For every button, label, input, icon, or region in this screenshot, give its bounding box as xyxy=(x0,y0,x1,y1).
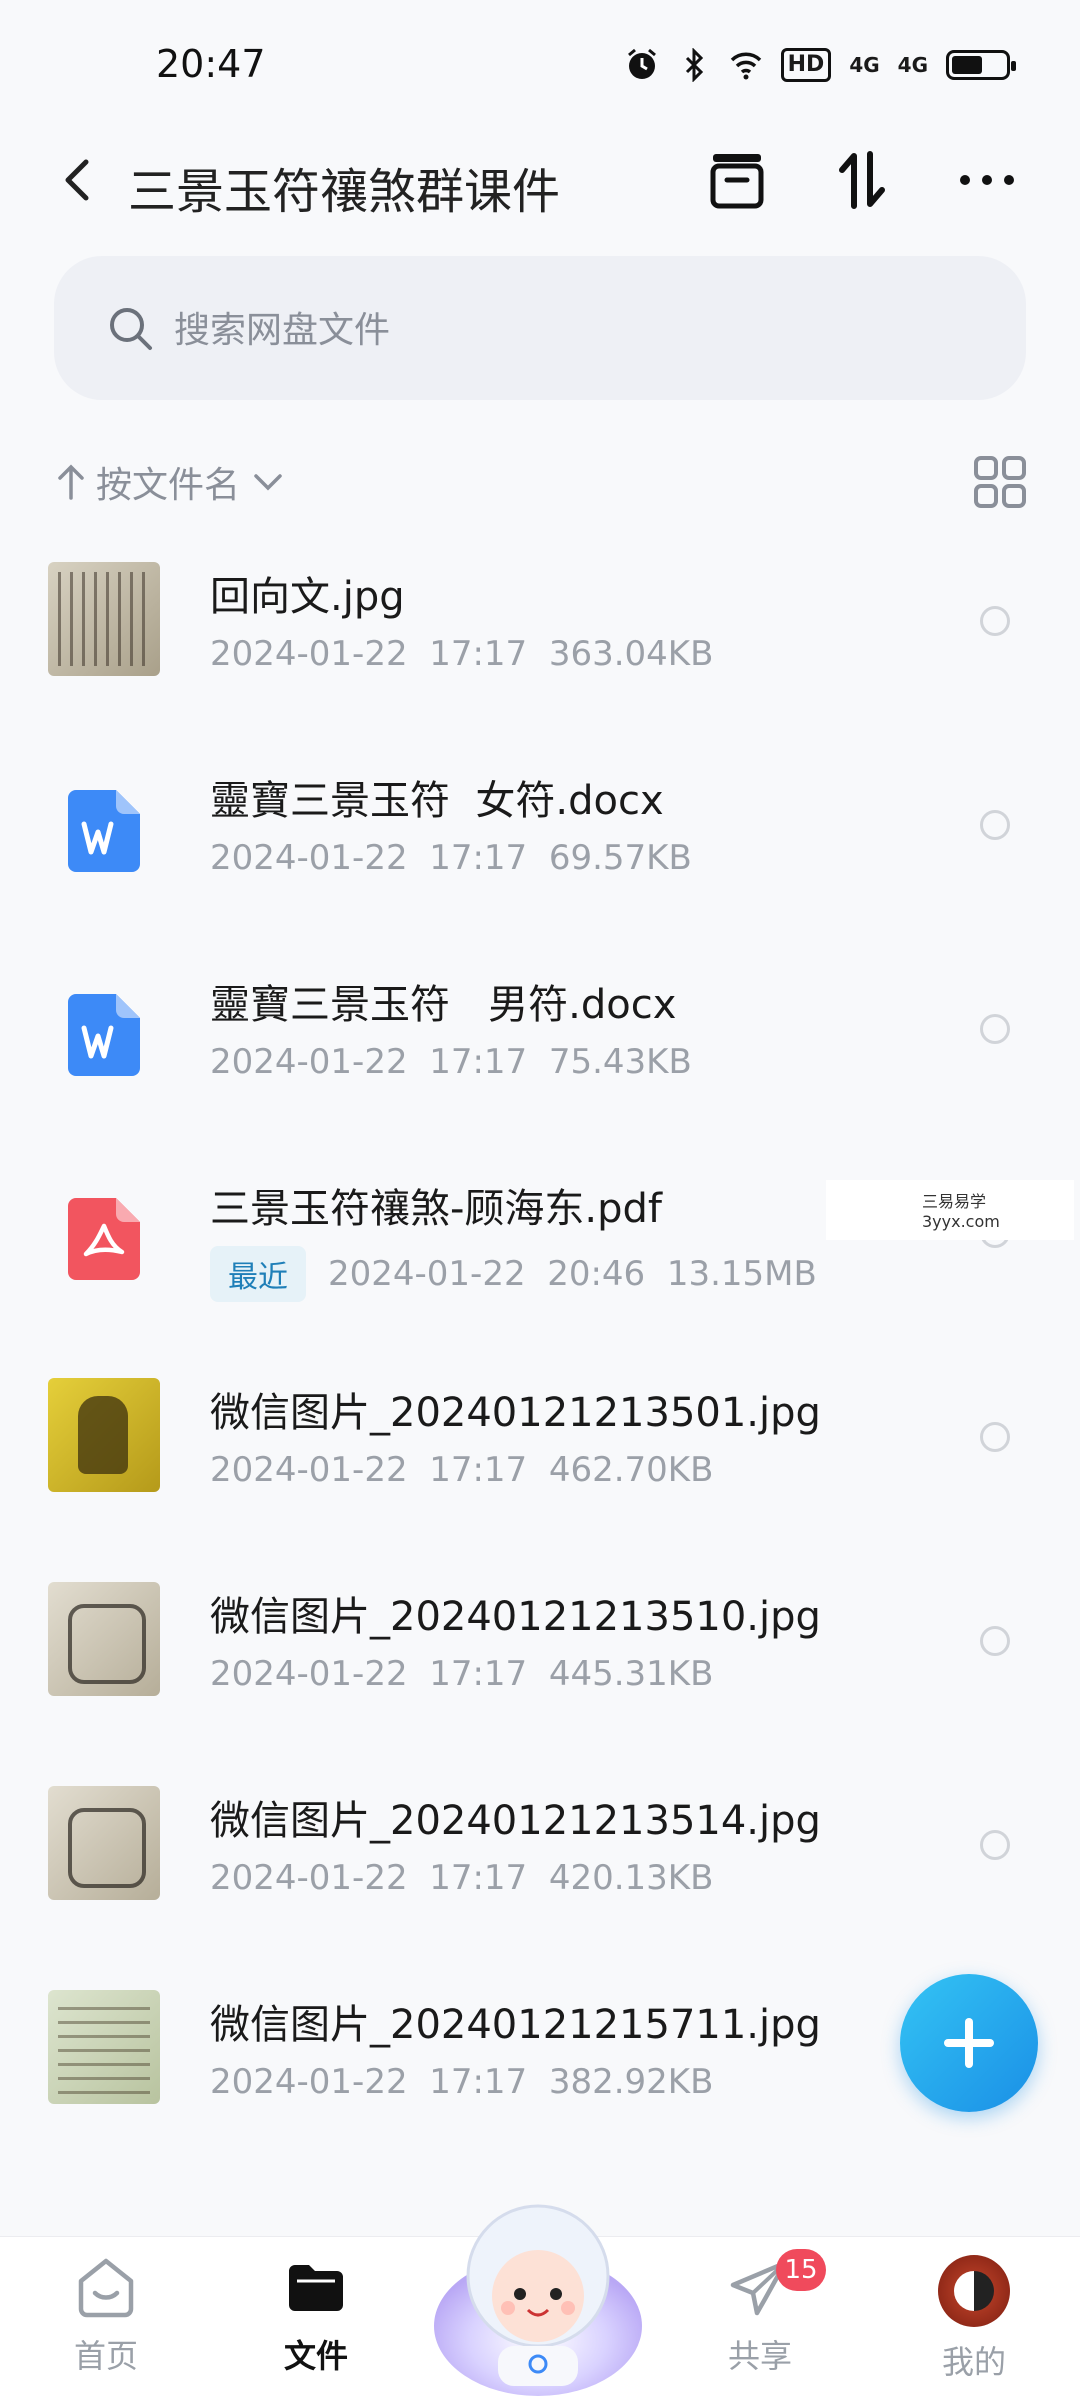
status-bar: 20:47 HD 4G 4G xyxy=(0,0,1080,120)
bluetooth-icon xyxy=(685,48,703,82)
grid-view-toggle[interactable] xyxy=(972,454,1028,510)
file-row[interactable]: 微信图片_20240121213501.jpg 2024-01-22 17:17… xyxy=(0,1336,1080,1540)
file-name: 三景玉符禳煞-顾海东.pdf xyxy=(210,1186,663,1232)
status-time: 20:47 xyxy=(156,42,266,86)
nav-home-label: 首页 xyxy=(73,2337,138,2375)
file-date: 2024-01-22 17:17 xyxy=(210,2062,528,2102)
nav-mine-label: 我的 xyxy=(941,2343,1006,2381)
file-size: 75.43KB xyxy=(548,1042,692,1082)
recent-badge: 最近 xyxy=(210,1246,306,1302)
file-name: 靈寶三景玉符 男符.docx xyxy=(210,982,677,1028)
nav-share[interactable]: 15 共享 xyxy=(690,2249,830,2377)
top-bar: 三景玉符禳煞群课件 xyxy=(0,130,1080,230)
file-meta: 2024-01-22 17:17 462.70KB xyxy=(210,1450,713,1490)
select-checkbox[interactable] xyxy=(980,1422,1010,1452)
image-thumbnail xyxy=(48,1378,160,1492)
file-date: 2024-01-22 17:17 xyxy=(210,1042,528,1082)
sort-order-button[interactable] xyxy=(830,148,894,212)
select-checkbox[interactable] xyxy=(980,1014,1010,1044)
select-checkbox[interactable] xyxy=(980,1626,1010,1656)
word-file-icon xyxy=(68,994,140,1076)
file-size: 363.04KB xyxy=(548,634,714,674)
file-size: 445.31KB xyxy=(548,1654,714,1694)
file-size: 382.92KB xyxy=(548,2062,714,2102)
hd-icon: HD xyxy=(780,48,832,82)
share-count-badge: 15 xyxy=(776,2249,826,2291)
file-date: 2024-01-22 17:17 xyxy=(210,1450,528,1490)
file-date: 2024-01-22 17:17 xyxy=(210,1654,528,1694)
image-thumbnail xyxy=(48,562,160,676)
file-name: 回向文.jpg xyxy=(210,574,405,620)
mascot-assistant-button[interactable] xyxy=(428,2176,648,2396)
file-name: 靈寶三景玉符 女符.docx xyxy=(210,778,664,824)
file-name: 微信图片_20240121213510.jpg xyxy=(210,1594,821,1640)
signal-4g-icon: 4G xyxy=(849,53,880,77)
file-meta: 最近 2024-01-22 20:46 13.15MB xyxy=(210,1246,817,1302)
folder-icon xyxy=(289,2265,343,2311)
image-thumbnail xyxy=(48,1990,160,2104)
file-size: 13.15MB xyxy=(666,1254,817,1294)
select-checkbox[interactable] xyxy=(980,606,1010,636)
home-icon xyxy=(78,2258,134,2318)
nav-files-label: 文件 xyxy=(283,2337,348,2375)
file-meta: 2024-01-22 17:17 420.13KB xyxy=(210,1858,713,1898)
watermark-line1: 三易易学 xyxy=(922,1192,987,1211)
file-date: 2024-01-22 17:17 xyxy=(210,1858,528,1898)
search-icon xyxy=(110,308,152,350)
file-name: 微信图片_20240121213514.jpg xyxy=(210,1798,821,1844)
file-row[interactable]: 微信图片_20240121213510.jpg 2024-01-22 17:17… xyxy=(0,1540,1080,1744)
file-name: 微信图片_20240121213501.jpg xyxy=(210,1390,821,1436)
status-icons: HD 4G 4G xyxy=(625,48,1016,82)
file-meta: 2024-01-22 17:17 445.31KB xyxy=(210,1654,713,1694)
signal-4g-icon: 4G xyxy=(897,53,928,77)
file-date: 2024-01-22 17:17 xyxy=(210,838,528,878)
file-size: 420.13KB xyxy=(548,1858,714,1898)
file-date: 2024-01-22 17:17 xyxy=(210,634,528,674)
watermark: 三易易学 3yyx.com xyxy=(826,1180,1074,1240)
search-input[interactable] xyxy=(172,290,996,370)
file-size: 462.70KB xyxy=(548,1450,714,1490)
watermark-line2: 3yyx.com xyxy=(922,1212,1000,1231)
file-meta: 2024-01-22 17:17 382.92KB xyxy=(210,2062,713,2102)
image-thumbnail xyxy=(48,1582,160,1696)
file-date: 2024-01-22 20:46 xyxy=(328,1254,646,1294)
file-row[interactable]: 靈寶三景玉符 女符.docx 2024-01-22 17:17 69.57KB xyxy=(0,724,1080,928)
image-thumbnail xyxy=(48,1786,160,1900)
add-button[interactable] xyxy=(900,1974,1038,2112)
select-checkbox[interactable] xyxy=(980,1830,1010,1860)
file-meta: 2024-01-22 17:17 75.43KB xyxy=(210,1042,692,1082)
file-row[interactable]: 回向文.jpg 2024-01-22 17:17 363.04KB xyxy=(0,520,1080,724)
chevron-down-icon xyxy=(254,474,282,491)
nav-mine[interactable]: 我的 xyxy=(904,2255,1044,2383)
file-row[interactable]: 靈寶三景玉符 男符.docx 2024-01-22 17:17 75.43KB xyxy=(0,928,1080,1132)
search-bar[interactable] xyxy=(54,256,1026,400)
more-menu-button[interactable] xyxy=(955,148,1019,212)
nav-files[interactable]: 文件 xyxy=(246,2255,386,2377)
file-name: 微信图片_20240121215711.jpg xyxy=(210,2002,821,2048)
nav-share-label: 共享 xyxy=(727,2337,792,2375)
archive-button[interactable] xyxy=(705,148,769,212)
sort-control[interactable]: 按文件名 xyxy=(54,452,288,512)
wifi-icon xyxy=(730,52,761,80)
sort-label: 按文件名 xyxy=(96,465,241,506)
back-button[interactable] xyxy=(48,150,108,210)
nav-home[interactable]: 首页 xyxy=(36,2255,176,2377)
file-meta: 2024-01-22 17:17 363.04KB xyxy=(210,634,713,674)
arrow-up-icon xyxy=(58,464,84,500)
avatar xyxy=(938,2255,1010,2327)
file-row[interactable]: 微信图片_20240121213514.jpg 2024-01-22 17:17… xyxy=(0,1744,1080,1948)
page-title: 三景玉符禳煞群课件 xyxy=(128,164,561,220)
select-checkbox[interactable] xyxy=(980,810,1010,840)
file-meta: 2024-01-22 17:17 69.57KB xyxy=(210,838,692,878)
word-file-icon xyxy=(68,790,140,872)
battery-icon xyxy=(946,50,1016,80)
file-size: 69.57KB xyxy=(548,838,692,878)
file-list: 回向文.jpg 2024-01-22 17:17 363.04KB 靈寶三景玉符… xyxy=(0,520,1080,2152)
pdf-file-icon xyxy=(68,1198,140,1280)
alarm-icon xyxy=(627,48,656,79)
